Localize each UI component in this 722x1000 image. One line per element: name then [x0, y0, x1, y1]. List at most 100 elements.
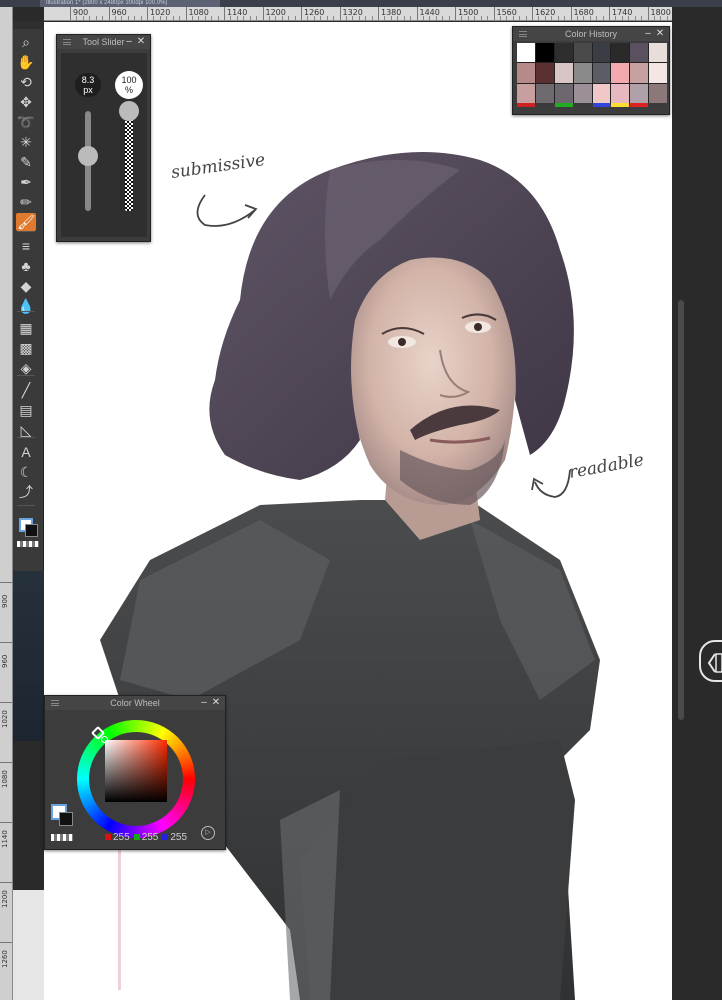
annotation-readable: readable — [567, 450, 645, 483]
color-history-header[interactable]: Color History – ✕ — [513, 27, 669, 41]
move-icon[interactable]: ✥ — [16, 93, 36, 111]
color-history-swatch[interactable] — [649, 63, 667, 83]
color-history-swatch[interactable] — [592, 63, 611, 83]
ruler-minor-tick — [320, 16, 322, 20]
annotation-submissive: submissive — [170, 150, 267, 183]
color-history-swatch[interactable] — [630, 83, 649, 103]
line-icon[interactable]: ╱ — [16, 381, 36, 399]
transparent-color-swatch[interactable] — [17, 541, 39, 547]
gradient-icon[interactable]: ▩ — [16, 339, 36, 357]
eraser-icon[interactable]: ◆ — [16, 277, 36, 295]
color-history-swatch[interactable] — [517, 43, 535, 63]
toolbar-grip[interactable] — [13, 21, 44, 29]
color-history-swatch[interactable] — [592, 83, 611, 103]
balloon-icon[interactable]: ☾ — [16, 463, 36, 481]
brush-size-unit: px — [83, 85, 93, 95]
rotate-icon[interactable]: ⟲ — [16, 73, 36, 91]
color-history-title: Color History — [564, 29, 617, 39]
sub-color-swatch[interactable] — [25, 524, 38, 537]
color-history-swatch[interactable] — [573, 63, 592, 83]
color-history-swatch[interactable] — [535, 63, 554, 83]
sub-color-swatch[interactable] — [59, 812, 73, 826]
lasso-icon[interactable]: ➰ — [16, 113, 36, 131]
ruler-minor-tick — [127, 16, 129, 20]
ruler-minor-tick — [307, 16, 309, 20]
ruler-minor-tick — [499, 16, 501, 20]
frame-icon[interactable]: ▤ — [16, 401, 36, 419]
transparent-color-swatch[interactable] — [51, 834, 73, 841]
ruler-minor-tick — [352, 16, 354, 20]
color-history-swatch[interactable] — [611, 83, 630, 103]
zoom-icon[interactable]: ⌕ — [16, 33, 36, 51]
color-history-swatch[interactable] — [517, 63, 535, 83]
correct-line-icon[interactable]: ⤴ — [16, 483, 36, 501]
ruler-tick-label: 1200 — [1, 890, 9, 908]
close-icon[interactable]: ✕ — [136, 35, 146, 49]
opacity-slider-knob[interactable] — [119, 101, 139, 121]
brush-icon[interactable]: 🖌 — [16, 213, 36, 231]
color-history-swatch[interactable] — [554, 43, 573, 63]
ruler-minor-tick — [288, 16, 290, 20]
close-icon[interactable]: ✕ — [211, 696, 221, 710]
grip-icon[interactable] — [51, 700, 59, 706]
rgb-readout: 255 255 255 — [105, 832, 187, 843]
text-icon[interactable]: A — [16, 443, 36, 461]
color-history-swatch[interactable] — [649, 43, 667, 63]
close-icon[interactable]: ✕ — [655, 27, 665, 41]
grip-icon[interactable] — [519, 31, 527, 37]
ruler-tick: 1320 — [339, 7, 363, 20]
panel-expand-tab[interactable] — [699, 640, 722, 682]
color-history-swatch[interactable] — [535, 43, 554, 63]
eyedropper-icon[interactable]: ✎ — [16, 153, 36, 171]
color-history-swatch[interactable] — [554, 83, 573, 103]
color-mode-toggle-icon[interactable]: ▷ — [201, 826, 215, 840]
document-tab[interactable]: Illustration 1* (2800 x 2480px 300dpi 10… — [40, 0, 220, 7]
minimize-icon[interactable]: – — [199, 696, 209, 710]
ruler-tick: 1500 — [455, 7, 478, 20]
brush-size-slider-knob[interactable] — [78, 146, 98, 166]
sv-marker[interactable] — [101, 736, 108, 743]
ruler-tick: 1200 — [262, 7, 286, 20]
color-history-swatch[interactable] — [517, 83, 535, 103]
grip-icon[interactable] — [63, 39, 71, 45]
color-history-swatch[interactable] — [573, 43, 592, 63]
pencil-icon[interactable]: ✏ — [16, 193, 36, 211]
color-history-swatch[interactable] — [649, 83, 667, 103]
color-history-swatch[interactable] — [535, 83, 554, 103]
airbrush-icon[interactable]: ≡ — [16, 237, 36, 255]
ruler-tick: 900 — [70, 7, 88, 20]
color-history-swatch[interactable] — [592, 43, 611, 63]
color-wheel-header[interactable]: Color Wheel – ✕ — [45, 696, 225, 710]
color-history-swatch[interactable] — [573, 83, 592, 103]
minimize-icon[interactable]: – — [124, 35, 134, 49]
color-wheel-title: Color Wheel — [110, 698, 160, 708]
ruler-minor-tick — [166, 16, 168, 20]
ruler-minor-tick — [557, 16, 559, 20]
color-history-swatch[interactable] — [630, 63, 649, 83]
tool-slider-title: Tool Slider — [82, 37, 125, 47]
magic-wand-icon[interactable]: ✳ — [16, 133, 36, 151]
color-history-swatch[interactable] — [554, 63, 573, 83]
blue-value-group: 255 — [162, 832, 187, 843]
opacity-slider[interactable] — [125, 111, 133, 211]
ruler-minor-tick — [313, 16, 315, 20]
toolbar-separator — [17, 311, 35, 312]
color-history-swatch[interactable] — [611, 43, 630, 63]
blend-icon[interactable]: 💧 — [16, 297, 36, 315]
decoration-icon[interactable]: ♣ — [16, 257, 36, 275]
ruler-minor-tick — [326, 16, 328, 20]
fill-icon[interactable]: ▦ — [16, 319, 36, 337]
pen-icon[interactable]: ✒ — [16, 173, 36, 191]
hand-icon[interactable]: ✋ — [16, 53, 36, 71]
saturation-value-square[interactable] — [105, 740, 167, 802]
brush-size-readout: 8.3 px — [75, 73, 101, 97]
ruler-minor-tick — [666, 16, 668, 20]
minimize-icon[interactable]: – — [643, 27, 653, 41]
tool-slider-header[interactable]: Tool Slider – ✕ — [57, 35, 150, 49]
color-history-indicator — [535, 103, 554, 107]
canvas-scrollbar[interactable] — [678, 300, 684, 720]
color-history-swatch[interactable] — [611, 63, 630, 83]
color-history-swatch[interactable] — [630, 43, 649, 63]
ruler-minor-tick — [191, 16, 193, 20]
ruler-tick: 1440 — [416, 7, 440, 20]
